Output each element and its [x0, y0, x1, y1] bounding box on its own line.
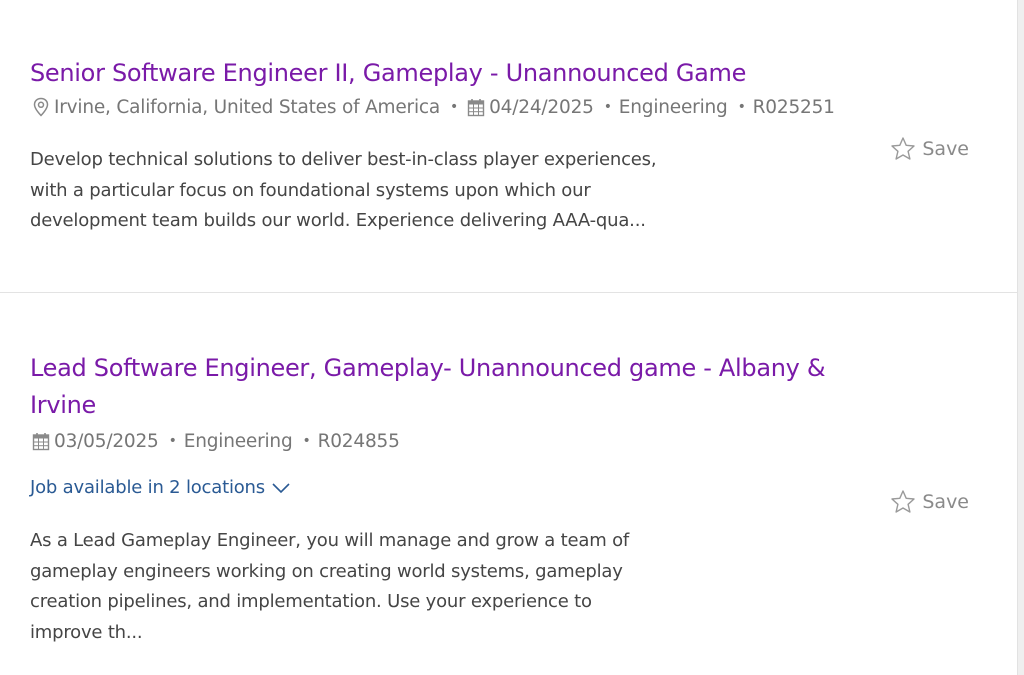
- job-results-page: Senior Software Engineer II, Gameplay - …: [0, 0, 1024, 675]
- job-title-link[interactable]: Senior Software Engineer II, Gameplay - …: [30, 55, 746, 92]
- calendar-icon: [465, 96, 487, 118]
- job-posted-date: 04/24/2025: [489, 96, 594, 118]
- star-outline-icon: [890, 136, 916, 162]
- job-card: Lead Software Engineer, Gameplay- Unanno…: [0, 293, 1017, 675]
- job-description: Develop technical solutions to deliver b…: [30, 145, 710, 237]
- job-title-line[interactable]: Lead Software Engineer, Gameplay- Unanno…: [30, 350, 826, 387]
- job-card: Senior Software Engineer II, Gameplay - …: [0, 0, 1017, 293]
- meta-separator: •: [450, 99, 459, 115]
- job-posted-date: 03/05/2025: [54, 430, 159, 452]
- meta-separator: •: [168, 433, 177, 449]
- save-job-button[interactable]: Save: [890, 136, 969, 162]
- job-description-line: Develop technical solutions to deliver b…: [30, 149, 657, 170]
- job-locations-toggle[interactable]: Job available in 2 locations: [30, 477, 291, 498]
- job-req-id: R025251: [752, 96, 835, 118]
- calendar-icon: [30, 430, 52, 452]
- job-description-line: creation pipelines, and implementation. …: [30, 591, 592, 612]
- job-meta: Irvine, California, United States of Ame…: [30, 96, 835, 118]
- scrollbar-track[interactable]: [1017, 0, 1024, 675]
- job-description-line: development team builds our world. Exper…: [30, 210, 646, 231]
- job-req-id: R024855: [317, 430, 400, 452]
- job-locations-label: Job available in 2 locations: [30, 477, 265, 498]
- save-job-button[interactable]: Save: [890, 489, 969, 515]
- meta-separator: •: [302, 433, 311, 449]
- job-title-link[interactable]: Lead Software Engineer, Gameplay- Unanno…: [30, 350, 826, 424]
- job-category: Engineering: [618, 96, 728, 118]
- chevron-down-icon: [271, 481, 291, 495]
- job-title-line[interactable]: Irvine: [30, 387, 825, 424]
- job-description: As a Lead Gameplay Engineer, you will ma…: [30, 526, 710, 648]
- save-label: Save: [922, 491, 969, 513]
- save-label: Save: [922, 138, 969, 160]
- job-category: Engineering: [183, 430, 293, 452]
- map-pin-icon: [30, 96, 52, 118]
- star-outline-icon: [890, 489, 916, 515]
- job-description-line: As a Lead Gameplay Engineer, you will ma…: [30, 530, 630, 551]
- job-meta: 03/05/2025 • Engineering • R024855: [30, 430, 400, 452]
- meta-separator: •: [737, 99, 746, 115]
- job-description-line: gameplay engineers working on creating w…: [30, 560, 623, 582]
- job-description-line: with a particular focus on foundational …: [30, 179, 591, 201]
- meta-separator: •: [603, 99, 612, 115]
- job-location: Irvine, California, United States of Ame…: [54, 96, 441, 118]
- job-description-line: improve th...: [30, 621, 143, 643]
